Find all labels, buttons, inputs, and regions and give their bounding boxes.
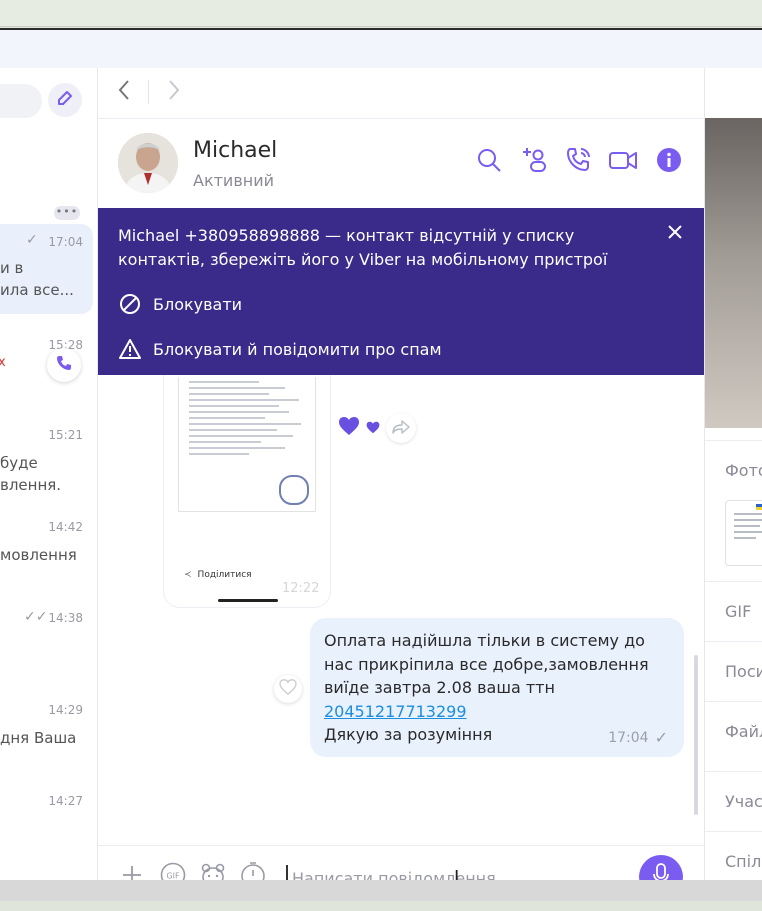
contact-info-panel: Mich Фото GIF Поси Файл Учас Спіл — [704, 68, 762, 882]
chat-time: 14:27 — [48, 794, 83, 808]
info-button[interactable] — [655, 148, 683, 176]
search-input[interactable] — [0, 84, 42, 118]
contact-photo[interactable]: Mich — [705, 118, 762, 457]
call-back-button[interactable] — [47, 348, 81, 382]
message-time: 17:04 ✓ — [608, 728, 668, 747]
photos-section-label[interactable]: Фото — [725, 461, 762, 480]
compose-button[interactable] — [48, 83, 82, 117]
members-section-label[interactable]: Учас — [725, 792, 762, 811]
chevron-right-icon — [167, 79, 181, 105]
composer-bar: GIF I — [98, 845, 704, 899]
forward-icon — [392, 419, 410, 438]
back-button[interactable] — [112, 80, 136, 104]
avatar[interactable] — [118, 133, 178, 193]
window-titlebar — [0, 30, 762, 68]
chat-list-item[interactable]: 15:28 x — [0, 328, 93, 398]
heart-outline-icon — [279, 679, 297, 699]
message-time-label: 17:04 — [608, 729, 649, 746]
screenshot-time: 12:22 — [282, 581, 320, 596]
chat-list-item[interactable]: 14:42 мовлення — [0, 510, 93, 580]
phone-icon — [56, 355, 72, 375]
viber-window: ••• ✓ 17:04 и в ила все... 15:28 x 15:21… — [0, 28, 762, 899]
sent-check-icon: ✓ — [654, 728, 668, 747]
gif-section-label[interactable]: GIF — [725, 602, 751, 621]
chat-snippet: влення. — [0, 476, 62, 494]
share-label: Поділитися — [197, 570, 252, 580]
chat-time: 17:04 — [48, 235, 83, 249]
add-user-icon — [521, 146, 549, 178]
common-groups-label[interactable]: Спіл — [725, 852, 761, 871]
chat-snippet: и в — [0, 259, 24, 277]
block-icon — [118, 292, 142, 316]
block-label: Блокувати — [153, 294, 243, 314]
message-area: ≺ Поділитися 12:22 Оплата надійшла тільк… — [98, 375, 704, 845]
close-icon — [667, 224, 683, 244]
banner-message: Michael +380958898888 — контакт відсутні… — [118, 226, 608, 269]
chat-list-item[interactable]: 15:21 буде влення. — [0, 418, 93, 498]
chat-list-item[interactable]: 14:29 дня Ваша — [0, 693, 93, 763]
chat-time: 14:42 — [48, 520, 83, 534]
share-icon: ≺ — [184, 570, 192, 580]
navigation-bar — [98, 68, 762, 119]
missed-call-icon: x — [0, 355, 6, 370]
chat-list-item[interactable]: ✓ 17:04 и в ила все... — [0, 224, 93, 314]
close-banner-button[interactable] — [664, 223, 686, 245]
like-button[interactable] — [274, 675, 302, 703]
message-body: Оплата надійшла тільки в систему до нас … — [324, 631, 649, 697]
search-icon — [476, 147, 502, 177]
files-section-label[interactable]: Файл — [725, 722, 762, 741]
image-message[interactable]: ≺ Поділитися 12:22 — [164, 375, 330, 607]
edit-icon — [56, 89, 74, 111]
block-and-report-button[interactable]: Блокувати й повідомити про спам — [118, 336, 442, 362]
add-participant-button[interactable] — [521, 148, 549, 176]
video-camera-icon — [608, 147, 638, 177]
links-section-label[interactable]: Поси — [725, 662, 762, 681]
stamp-image — [279, 475, 309, 505]
video-call-button[interactable] — [609, 148, 637, 176]
unknown-contact-banner: Michael +380958898888 — контакт відсутні… — [98, 208, 704, 375]
conversation-panel: Michael Активний Michael +380958898888 —… — [98, 68, 762, 899]
chat-time: 14:29 — [48, 703, 83, 717]
tracking-number-link[interactable]: 20451217713299 — [324, 702, 467, 721]
document-preview — [178, 377, 316, 512]
scrollbar[interactable] — [694, 655, 698, 815]
outgoing-message[interactable]: Оплата надійшла тільки в систему до нас … — [310, 618, 684, 757]
search-button[interactable] — [475, 148, 503, 176]
chat-list-item[interactable]: ✓✓ 14:38 — [0, 601, 93, 671]
chat-snippet: мовлення — [0, 546, 77, 564]
chat-list-item[interactable]: 14:27 — [0, 784, 93, 844]
taskbar-strip — [0, 880, 762, 901]
chat-snippet: дня Ваша — [0, 729, 77, 747]
flag-icon — [756, 504, 762, 510]
reactions-bar — [338, 413, 416, 443]
nav-divider — [148, 80, 149, 104]
block-report-label: Блокувати й повідомити про спам — [153, 339, 442, 359]
more-options-button[interactable]: ••• — [54, 206, 80, 220]
phone-icon — [565, 146, 593, 178]
forward-button[interactable] — [386, 413, 416, 443]
chat-time: 14:38 — [48, 611, 83, 625]
photo-thumbnail[interactable] — [725, 500, 762, 566]
chat-time: 15:21 — [48, 428, 83, 442]
block-button[interactable]: Блокувати — [118, 291, 242, 317]
forward-button[interactable] — [162, 80, 186, 104]
share-row: ≺ Поділитися — [184, 570, 252, 580]
voice-call-button[interactable] — [565, 148, 593, 176]
chat-snippet: буде — [0, 454, 38, 472]
double-check-icon: ✓✓ — [24, 609, 48, 625]
message-body: Дякую за розуміння — [324, 725, 493, 744]
info-icon — [656, 147, 682, 177]
desktop-background — [0, 0, 762, 27]
contact-status: Активний — [193, 171, 275, 190]
conversation-header: Michael Активний — [98, 118, 704, 208]
read-check-icon: ✓ — [26, 232, 38, 248]
chevron-left-icon — [117, 79, 131, 105]
chat-snippet: ила все... — [0, 281, 74, 299]
chat-list-panel: ••• ✓ 17:04 и в ила все... 15:28 x 15:21… — [0, 68, 98, 882]
heart-icon[interactable] — [366, 419, 380, 438]
heart-icon[interactable] — [338, 416, 360, 440]
contact-name[interactable]: Michael — [193, 138, 277, 163]
home-indicator — [218, 599, 278, 602]
warning-icon — [118, 337, 142, 361]
